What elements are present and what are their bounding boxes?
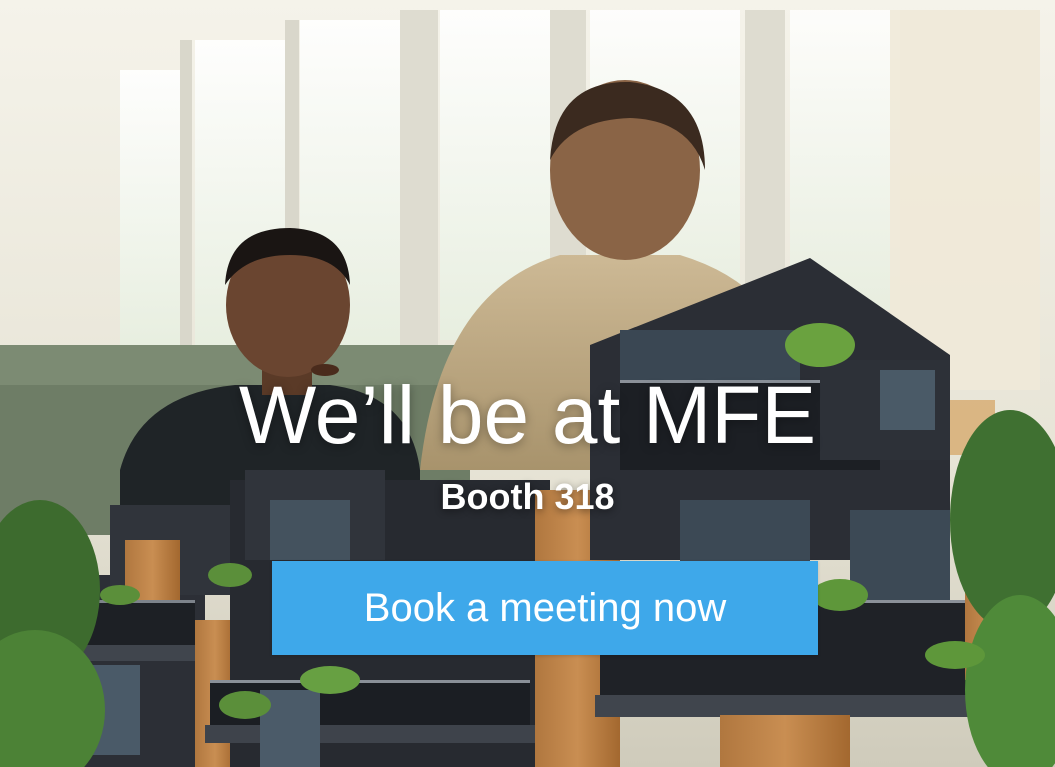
event-headline: We’ll be at MFE	[238, 370, 817, 461]
event-banner[interactable]: We’ll be at MFE Booth 318 Book a meeting…	[0, 0, 1055, 767]
booth-number: Booth 318	[440, 476, 615, 517]
book-meeting-button[interactable]: Book a meeting now	[272, 561, 818, 655]
